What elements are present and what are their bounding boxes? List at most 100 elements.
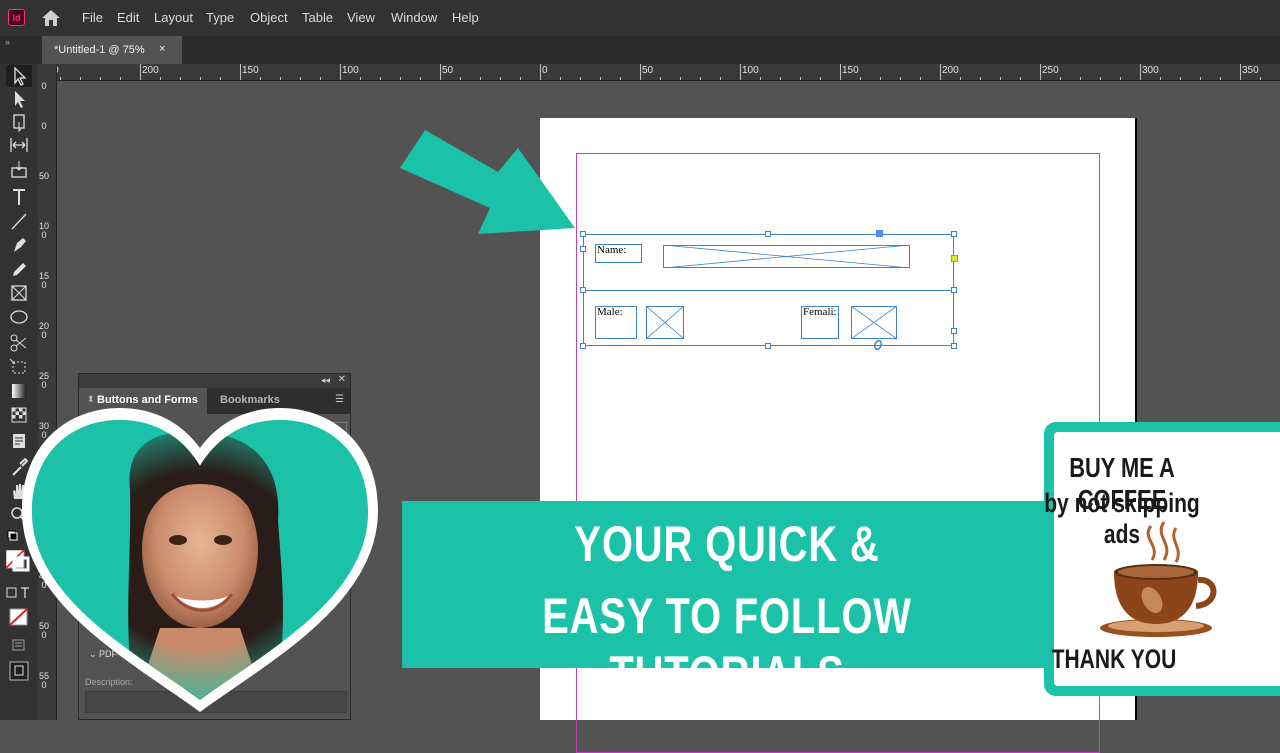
- ruler-left-label: 150: [39, 271, 50, 290]
- selection-tool-icon[interactable]: [6, 65, 32, 87]
- ruler-top-tick: [680, 77, 681, 80]
- live-corner-icon[interactable]: [872, 339, 884, 351]
- ruler-top-tick: [1080, 77, 1081, 80]
- collapse-toolbar-icon[interactable]: »: [5, 37, 10, 47]
- collapse-panel-icon[interactable]: ◂◂: [321, 375, 330, 386]
- menu-layout[interactable]: Layout: [154, 10, 193, 25]
- rectangle-frame-tool-icon[interactable]: [6, 282, 32, 304]
- handle-bottom-left[interactable]: [580, 343, 586, 349]
- ruler-top-tick: [520, 77, 521, 80]
- ruler-top-tick: [960, 77, 961, 80]
- free-transform-tool-icon[interactable]: [6, 356, 32, 378]
- ruler-left-label: 0: [41, 121, 47, 131]
- content-grabber-handle[interactable]: [876, 230, 883, 237]
- ruler-top-tick: [380, 77, 381, 80]
- scissors-tool-icon[interactable]: [6, 332, 32, 354]
- ruler-top-tick: [1160, 77, 1161, 80]
- ruler-top-tick: [980, 77, 981, 80]
- handle-right-lower[interactable]: [951, 328, 957, 334]
- name-text-field[interactable]: [663, 245, 910, 268]
- page-tool-icon[interactable]: [6, 111, 32, 133]
- coffee-line-3: THANK YOU: [1051, 644, 1177, 674]
- ruler-left-label: 0: [41, 81, 47, 91]
- handle-left-upper[interactable]: [580, 246, 586, 252]
- ruler-top-tick: [1040, 64, 1041, 80]
- ruler-top-tick: [1000, 77, 1001, 80]
- ruler-top-label: 250: [1042, 65, 1059, 76]
- handle-top-left[interactable]: [580, 231, 586, 237]
- handle-bottom-center[interactable]: [765, 343, 771, 349]
- ruler-top-tick: [740, 64, 741, 80]
- ruler-top-tick: [1060, 77, 1061, 80]
- handle-middle-left[interactable]: [580, 287, 586, 293]
- ruler-top-tick: [620, 77, 621, 80]
- ruler-top-tick: [720, 77, 721, 80]
- horizontal-ruler[interactable]: 4504003503002502001501005005010015020025…: [56, 64, 1280, 81]
- female-checkbox-frame[interactable]: [851, 306, 897, 339]
- male-label-frame[interactable]: Male:: [595, 306, 637, 339]
- ruler-top-tick: [420, 77, 421, 80]
- menu-table[interactable]: Table: [302, 10, 333, 25]
- ruler-top-tick: [360, 77, 361, 80]
- ruler-left-label: 250: [39, 371, 50, 390]
- out-port-handle[interactable]: [951, 255, 958, 262]
- coffee-card-inner: BUY ME A COFFEE by not skipping ads THAN…: [1044, 432, 1280, 686]
- line-tool-icon[interactable]: [6, 210, 32, 232]
- pencil-tool-icon[interactable]: [6, 258, 32, 280]
- ruler-top-tick: [660, 77, 661, 80]
- document-tab-title: *Untitled-1 @ 75%: [54, 44, 145, 56]
- menu-file[interactable]: File: [82, 10, 103, 25]
- ruler-top-tick: [260, 77, 261, 80]
- ruler-top-tick: [60, 77, 61, 80]
- home-icon[interactable]: [40, 8, 62, 28]
- handle-middle-right[interactable]: [951, 287, 957, 293]
- ruler-top-tick: [940, 64, 941, 80]
- menu-help[interactable]: Help: [452, 10, 479, 25]
- female-label-frame[interactable]: Femali:: [801, 306, 839, 339]
- ruler-top-tick: [920, 77, 921, 80]
- ruler-top-tick: [80, 77, 81, 80]
- ruler-top-tick: [560, 77, 561, 80]
- group-divider: [584, 290, 953, 291]
- handle-top-right[interactable]: [951, 231, 957, 237]
- document-tab[interactable]: *Untitled-1 @ 75% ×: [42, 36, 182, 64]
- name-label-frame[interactable]: Name:: [595, 244, 642, 263]
- ruler-top-label: 150: [842, 65, 859, 76]
- menu-window[interactable]: Window: [391, 10, 437, 25]
- ruler-top-label: 0: [542, 65, 548, 76]
- ruler-top-label: 100: [742, 65, 759, 76]
- male-checkbox-frame[interactable]: [646, 306, 684, 339]
- ruler-top-tick: [320, 77, 321, 80]
- teal-arrow-graphic: [400, 130, 575, 234]
- female-label: Femali:: [803, 306, 837, 318]
- ruler-top-tick: [1100, 77, 1101, 80]
- pen-tool-icon[interactable]: [6, 234, 32, 256]
- ruler-top-label: 200: [142, 65, 159, 76]
- ruler-top-tick: [460, 77, 461, 80]
- close-tab-button[interactable]: ×: [159, 43, 165, 55]
- ellipse-tool-icon[interactable]: [6, 306, 32, 328]
- ruler-left-label: 50: [39, 171, 50, 181]
- male-label: Male:: [597, 306, 623, 318]
- banner-line-2: EASY TO FOLLOW TUTORIALS: [542, 588, 912, 702]
- gradient-swatch-tool-icon[interactable]: [6, 380, 32, 402]
- gap-tool-icon[interactable]: [6, 134, 32, 156]
- ruler-top-tick: [760, 77, 761, 80]
- ruler-top-tick: [500, 77, 501, 80]
- menu-type[interactable]: Type: [206, 10, 234, 25]
- ruler-top-tick: [900, 77, 901, 80]
- menu-object[interactable]: Object: [250, 10, 288, 25]
- close-panel-icon[interactable]: ✕: [338, 374, 346, 385]
- ruler-top-tick: [240, 64, 241, 80]
- direct-selection-tool-icon[interactable]: [6, 88, 32, 110]
- banner-line-1: YOUR QUICK &: [574, 516, 880, 572]
- ruler-top-tick: [860, 77, 861, 80]
- menu-view[interactable]: View: [347, 10, 375, 25]
- ruler-top-tick: [480, 77, 481, 80]
- menu-edit[interactable]: Edit: [117, 10, 139, 25]
- handle-bottom-right[interactable]: [951, 343, 957, 349]
- ruler-top-tick: [540, 64, 541, 80]
- type-tool-icon[interactable]: [6, 186, 32, 208]
- handle-top-center[interactable]: [765, 231, 771, 237]
- content-collector-icon[interactable]: [6, 158, 32, 180]
